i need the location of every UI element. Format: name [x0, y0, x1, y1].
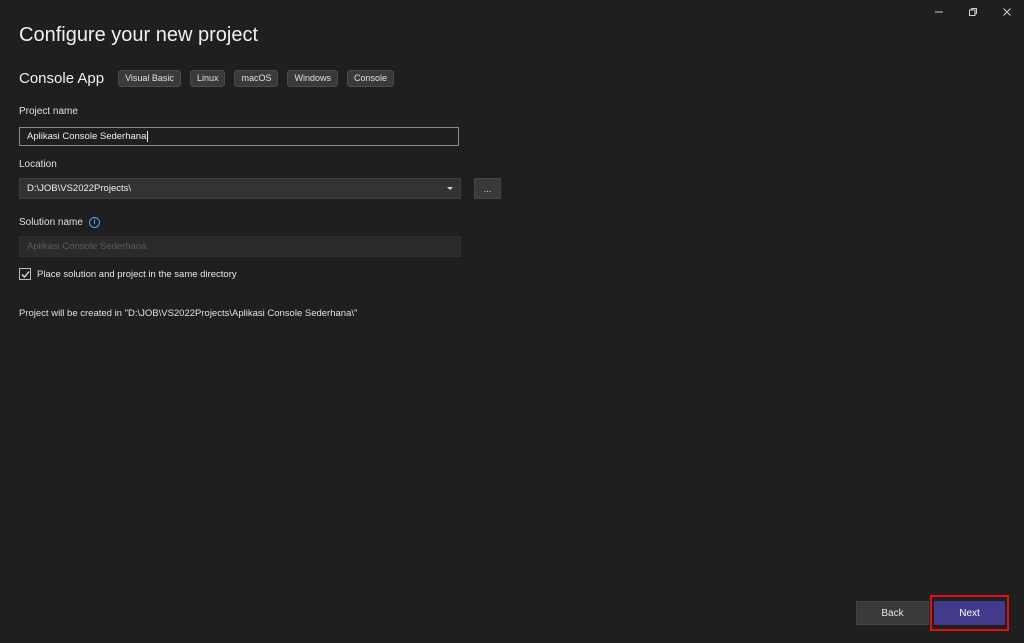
- tag-windows: Windows: [287, 70, 338, 87]
- tag-macos: macOS: [234, 70, 279, 87]
- text-caret: [147, 131, 149, 142]
- close-icon[interactable]: [990, 0, 1024, 24]
- location-combobox[interactable]: D:\JOB\VS2022Projects\: [19, 178, 461, 199]
- next-button[interactable]: Next: [934, 601, 1005, 625]
- browse-button[interactable]: ...: [474, 178, 501, 199]
- template-row: Console App Visual Basic Linux macOS Win…: [19, 70, 403, 87]
- same-directory-checkbox[interactable]: [19, 268, 31, 280]
- same-directory-label: Place solution and project in the same d…: [37, 268, 237, 280]
- location-value: D:\JOB\VS2022Projects\: [27, 183, 132, 194]
- solution-name-label: Solution name: [19, 217, 83, 229]
- solution-name-input: Aplikasi Console Sederhana: [19, 236, 461, 257]
- configure-project-window: Configure your new project Console App V…: [0, 0, 1024, 643]
- template-name: Console App: [19, 70, 105, 87]
- tag-linux: Linux: [189, 70, 226, 87]
- tag-console: Console: [346, 70, 395, 87]
- same-directory-option[interactable]: Place solution and project in the same d…: [19, 268, 237, 280]
- project-name-input[interactable]: Aplikasi Console Sederhana: [19, 127, 459, 146]
- location-label: Location: [19, 159, 57, 170]
- solution-name-label-row: Solution name i: [19, 217, 100, 228]
- page-title: Configure your new project: [19, 24, 259, 46]
- tag-visual-basic: Visual Basic: [118, 70, 181, 87]
- back-button[interactable]: Back: [856, 601, 929, 625]
- info-icon[interactable]: i: [88, 217, 100, 228]
- project-name-label: Project name: [19, 106, 78, 117]
- project-name-value: Aplikasi Console Sederhana: [27, 131, 147, 142]
- window-controls: [922, 0, 1024, 24]
- project-path-message: Project will be created in "D:\JOB\VS202…: [19, 308, 358, 319]
- restore-icon[interactable]: [956, 0, 990, 24]
- checkmark-icon: [21, 270, 30, 278]
- minimize-icon[interactable]: [922, 0, 956, 24]
- solution-name-placeholder: Aplikasi Console Sederhana: [27, 241, 147, 252]
- chevron-down-icon[interactable]: [447, 187, 453, 190]
